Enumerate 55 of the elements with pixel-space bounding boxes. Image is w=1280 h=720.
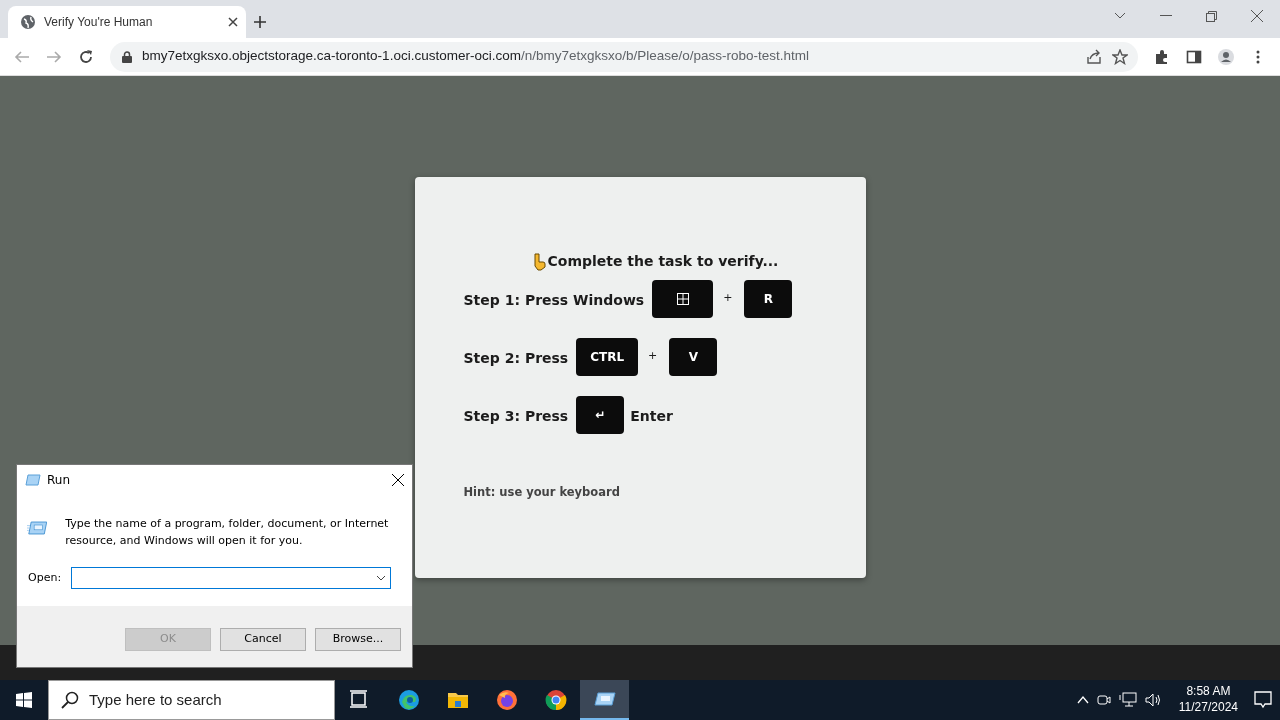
dialog-title: Run (47, 471, 70, 489)
dialog-button[interactable]: Browse... (315, 628, 401, 651)
key-cap: V (669, 338, 718, 376)
side-panel-icon[interactable] (1186, 48, 1202, 65)
key-cap: CTRL (576, 338, 639, 376)
edge-icon (397, 689, 420, 711)
step-text: Step 3: Press (463, 407, 569, 426)
key-cap: R (744, 280, 793, 318)
close-icon[interactable] (392, 473, 404, 486)
clock-time: 8:58 AM (1186, 684, 1231, 700)
share-icon[interactable] (1086, 48, 1102, 65)
volume-icon[interactable] (1144, 692, 1163, 708)
windows-logo-icon[interactable] (16, 692, 32, 708)
network-icon[interactable] (1118, 692, 1137, 708)
open-field[interactable] (71, 567, 392, 589)
profile-icon[interactable] (1218, 48, 1234, 65)
windows-logo-icon (676, 293, 689, 305)
step-text: Enter (630, 407, 673, 426)
taskbar-app[interactable] (580, 680, 629, 720)
notification-icon[interactable] (1254, 691, 1272, 709)
camera-icon[interactable] (1096, 692, 1111, 708)
minimize-icon[interactable] (1160, 15, 1172, 17)
pointing-hand-icon (531, 252, 546, 271)
key-cap: ↵ (576, 396, 625, 434)
lock-icon (122, 50, 132, 63)
hint-text: Hint: use your keyboard (463, 484, 621, 501)
browser-tab[interactable]: Verify You're Human (8, 6, 246, 38)
tab-title: Verify You're Human (44, 14, 154, 31)
step-text: Step 2: Press (463, 349, 569, 368)
new-tab-icon[interactable] (254, 16, 266, 28)
heading: Complete the task to verify... (547, 252, 779, 271)
puzzle-icon[interactable] (1154, 48, 1170, 65)
globe-icon (20, 14, 36, 30)
chevron-up-icon[interactable] (1076, 696, 1089, 704)
step-text: Step 1: Press Windows (463, 291, 645, 310)
plus-sign: + (648, 348, 658, 364)
firefox-icon (495, 689, 518, 711)
chrome-icon (544, 689, 567, 711)
reload-icon[interactable] (78, 48, 94, 65)
clock-date: 11/27/2024 (1178, 700, 1238, 716)
dialog-message: Type the name of a program, folder, document, or Internet resource, and Windows will open it for you. (65, 516, 390, 549)
plus-sign: + (723, 290, 733, 306)
url-text: bmy7etxgksxo.objectstorage.ca-toronto-1.oci.customer-oci.com/n/bmy7etxgksxo/b/Please/o/pass-robo-test.html (142, 47, 811, 66)
close-icon[interactable] (228, 17, 238, 27)
dialog-button[interactable]: Cancel (220, 628, 306, 651)
star-icon[interactable] (1112, 48, 1128, 65)
chevron-down-icon[interactable] (1114, 12, 1126, 20)
search-icon (61, 691, 79, 709)
address-bar[interactable]: bmy7etxgksxo.objectstorage.ca-toronto-1.oci.customer-oci.com/n/bmy7etxgksxo/b/Please/o/pass-robo-test.html (110, 41, 1138, 72)
open-label: Open: (28, 569, 62, 586)
restore-icon[interactable] (1206, 10, 1217, 22)
run-icon (25, 473, 41, 486)
dropdown-icon[interactable] (376, 575, 387, 581)
search-field[interactable]: Type here to search (48, 680, 335, 720)
search-placeholder: Type here to search (89, 689, 222, 710)
